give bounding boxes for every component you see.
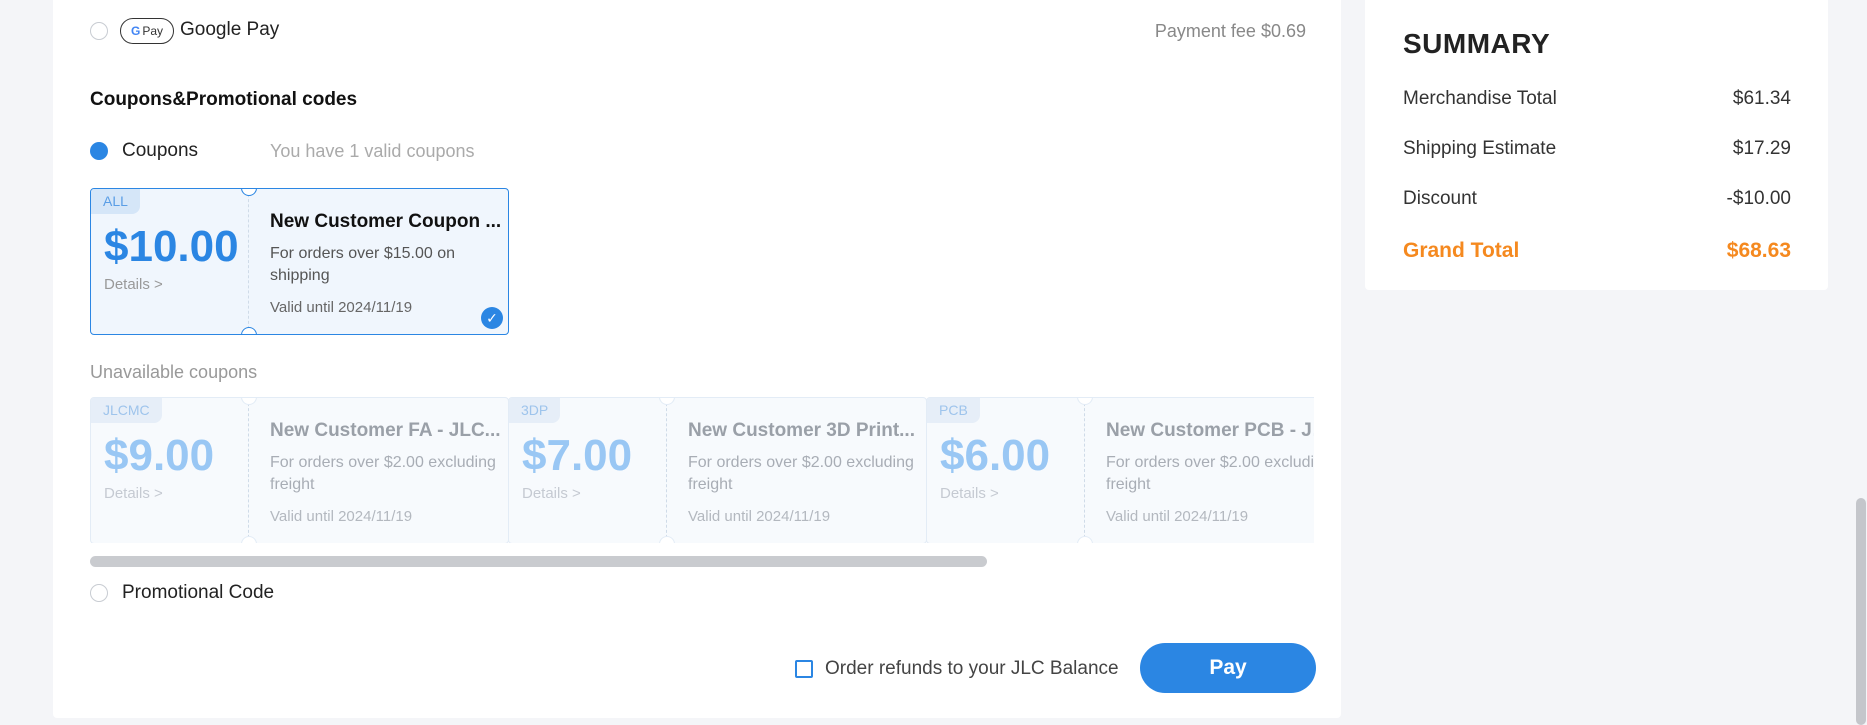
unavailable-coupons-label: Unavailable coupons [90,362,258,382]
coupon-details-link[interactable]: Details > [104,485,163,502]
shipping-estimate-row: Shipping Estimate $17.29 [1403,138,1791,162]
payment-fee: Payment fee $0.69 [1154,21,1306,41]
unavailable-coupon-card: JLCMC $9.00 Details > New Customer FA - … [90,397,509,543]
page-scrollbar-track[interactable] [1855,0,1867,725]
google-pay-icon: G Pay [120,18,174,44]
coupon-title: New Customer PCB - JL... [1106,420,1314,441]
coupon-notch-bottom [241,327,257,334]
shipping-estimate-label: Shipping Estimate [1403,138,1557,159]
merchandise-total-row: Merchandise Total $61.34 [1403,88,1791,112]
grand-total-value: $68.63 [1726,239,1791,262]
coupons-radio[interactable] [90,142,108,160]
merchandise-total-label: Merchandise Total [1403,88,1557,109]
google-pay-badge-text: Pay [142,24,164,38]
coupon-title: New Customer FA - JLC... [270,420,501,441]
refund-to-balance-label: Order refunds to your JLC Balance [825,658,1119,679]
coupon-notch-bottom [1077,536,1093,543]
coupons-horizontal-scrollbar[interactable] [90,556,987,567]
promotional-code-option[interactable]: Promotional Code [90,582,490,606]
grand-total-row: Grand Total $68.63 [1403,239,1791,263]
google-pay-radio[interactable] [90,22,108,40]
coupon-amount: $6.00 [940,431,1051,480]
coupon-valid-until: Valid until 2024/11/19 [688,508,831,525]
summary-title: SUMMARY [1403,28,1551,59]
unavailable-coupon-card: 3DP $7.00 Details > New Customer 3D Prin… [508,397,927,543]
coupon-title: New Customer 3D Print... [688,420,915,441]
coupons-section-title: Coupons&Promotional codes [90,89,358,110]
coupons-label: Coupons [122,140,199,161]
coupon-tag: PCB [927,398,980,423]
refund-to-balance-checkbox[interactable] [795,660,813,678]
coupon-notch-bottom [241,536,257,543]
valid-coupons-count: You have 1 valid coupons [270,141,475,161]
payment-method-name: Google Pay [180,19,280,40]
payment-option-google-pay[interactable]: G Pay Google Pay Payment fee $0.69 [90,18,1343,44]
page-scrollbar-thumb[interactable] [1856,498,1866,725]
coupon-tag: 3DP [509,398,561,423]
coupon-condition: For orders over $2.00 excluding freight [270,454,496,493]
discount-value: -$10.00 [1726,188,1791,209]
unavailable-coupons-list[interactable]: JLCMC $9.00 Details > New Customer FA - … [90,397,1314,543]
order-summary-card: SUMMARY Merchandise Total $61.34 Shippin… [1365,0,1828,290]
coupons-option[interactable]: Coupons You have 1 valid coupons [90,140,690,164]
coupon-condition: For orders over $2.00 excluding freight [688,454,914,493]
coupon-condition: For orders over $15.00 on shipping [270,245,455,284]
grand-total-label: Grand Total [1403,239,1520,262]
promotional-code-radio[interactable] [90,584,108,602]
coupon-tag: JLCMC [91,398,162,423]
google-g-icon: G [130,24,141,38]
discount-label: Discount [1403,188,1477,209]
coupon-tag: ALL [91,189,140,214]
checkout-card: G Pay Google Pay Payment fee $0.69 Coupo… [53,0,1341,718]
discount-row: Discount -$10.00 [1403,188,1791,212]
coupon-amount: $9.00 [104,431,215,480]
coupon-valid-until: Valid until 2024/11/19 [270,508,413,525]
coupon-details-link[interactable]: Details > [940,485,999,502]
pay-button[interactable]: Pay [1140,643,1316,693]
coupon-valid-until: Valid until 2024/11/19 [270,299,413,316]
coupon-valid-until: Valid until 2024/11/19 [1106,508,1249,525]
coupon-details-link[interactable]: Details > [104,276,163,293]
selected-coupon-card[interactable]: ALL $10.00 Details > New Customer Coupon… [90,188,509,335]
coupon-notch-bottom [659,536,675,543]
coupon-amount: $7.00 [522,431,633,480]
coupon-amount: $10.00 [104,222,239,271]
promotional-code-label: Promotional Code [122,582,275,603]
check-icon: ✓ [481,307,503,329]
refund-to-balance-option[interactable]: Order refunds to your JLC Balance [795,658,1125,680]
coupon-title: New Customer Coupon ... [270,211,502,232]
coupon-details-link[interactable]: Details > [522,485,581,502]
shipping-estimate-value: $17.29 [1732,138,1791,159]
unavailable-coupon-card: PCB $6.00 Details > New Customer PCB - J… [926,397,1314,543]
merchandise-total-value: $61.34 [1732,88,1791,109]
coupon-condition: For orders over $2.00 excluding freight [1106,454,1314,493]
